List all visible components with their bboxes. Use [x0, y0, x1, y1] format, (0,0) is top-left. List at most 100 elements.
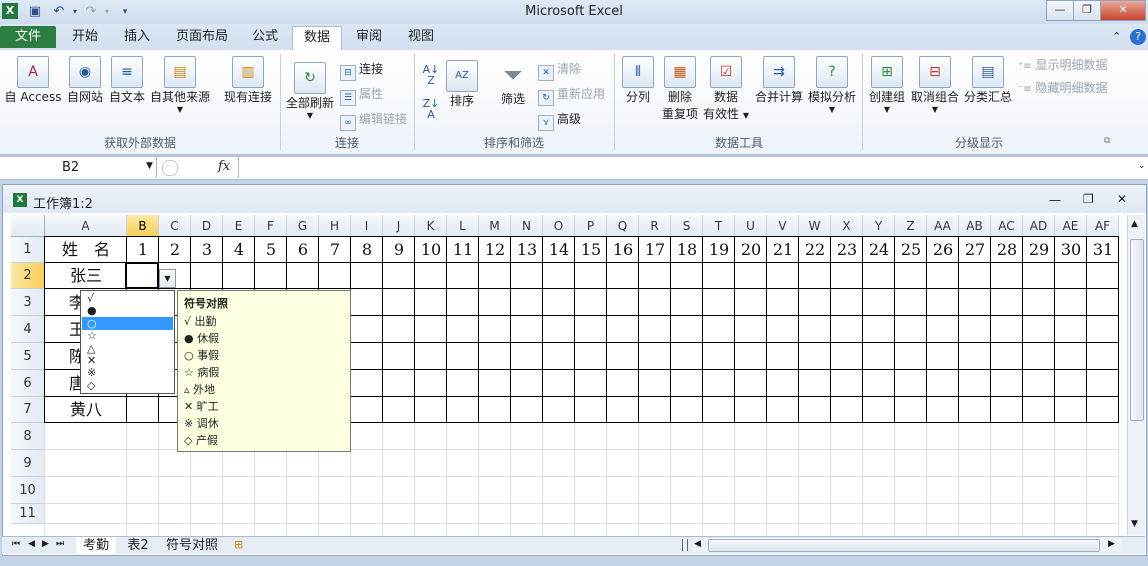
sort-button[interactable]: AZ 排序 [446, 60, 478, 109]
sheet-tab-sheet2[interactable]: 表2 [122, 537, 154, 554]
cell-name[interactable]: 张三 [45, 263, 127, 289]
column-header-b[interactable]: B [127, 215, 159, 237]
minimize-ribbon-icon[interactable]: ⌃ [1112, 30, 1121, 43]
workbook-minimize-button[interactable]: — [1049, 193, 1061, 207]
cell-day-header[interactable]: 30 [1055, 237, 1087, 263]
cell-day-header[interactable]: 27 [959, 237, 991, 263]
first-sheet-icon[interactable]: ⏮ [12, 539, 20, 549]
tab-file[interactable]: 文件 [0, 26, 56, 48]
cell-day-header[interactable]: 23 [831, 237, 863, 263]
scroll-right-icon[interactable]: ▶ [1108, 539, 1115, 549]
from-web-button[interactable]: ◉ 自网站 [64, 56, 106, 105]
cell-day-header[interactable]: 11 [447, 237, 479, 263]
insert-sheet-icon[interactable]: ⊞ [234, 538, 243, 551]
data-validation-button[interactable]: ☑ 数据 有效性 ▼ [702, 56, 750, 122]
filter-button[interactable]: ⏷ 筛选 [496, 60, 530, 107]
row-header-7[interactable]: 7 [11, 397, 45, 423]
column-header-o[interactable]: O [543, 215, 575, 237]
cell-day-header[interactable]: 3 [191, 237, 223, 263]
column-header-n[interactable]: N [511, 215, 543, 237]
column-header-u[interactable]: U [735, 215, 767, 237]
what-if-analysis-button[interactable]: ? 模拟分析 ▼ [806, 56, 858, 114]
group-button[interactable]: ⊞ 创建组 ▼ [866, 56, 908, 114]
last-sheet-icon[interactable]: ⏭ [56, 539, 64, 549]
cell-a1-name-header[interactable]: 姓 名 [45, 237, 127, 263]
dialog-launcher-icon[interactable]: ⧉ [1104, 136, 1110, 146]
cell-day-header[interactable]: 19 [703, 237, 735, 263]
sheet-tab-attendance[interactable]: 考勤 [76, 537, 116, 554]
column-header-l[interactable]: L [447, 215, 479, 237]
column-header-i[interactable]: I [351, 215, 383, 237]
tab-page-layout[interactable]: 页面布局 [166, 26, 238, 48]
dropdown-option[interactable]: ✕ [82, 354, 173, 367]
cell-day-header[interactable]: 21 [767, 237, 799, 263]
row-header-4[interactable]: 4 [11, 316, 45, 343]
row-header-9[interactable]: 9 [11, 450, 45, 477]
cell-day-header[interactable]: 14 [543, 237, 575, 263]
from-text-button[interactable]: ≡ 自文本 [106, 56, 148, 105]
tab-insert[interactable]: 插入 [114, 26, 160, 48]
column-header-v[interactable]: V [767, 215, 799, 237]
advanced-filter-button[interactable]: ⋎ 高级 [538, 110, 581, 131]
close-button[interactable]: ✕ [1100, 0, 1146, 21]
column-header-p[interactable]: P [575, 215, 607, 237]
workbook-close-button[interactable]: ✕ [1117, 192, 1127, 206]
validation-dropdown-button[interactable]: ▼ [159, 269, 176, 288]
text-to-columns-button[interactable]: ⫴ 分列 [620, 56, 656, 105]
reapply-filter-button[interactable]: ↻ 重新应用 [538, 85, 605, 106]
from-access-button[interactable]: A 自 Access [4, 56, 62, 105]
active-cell-b2[interactable] [125, 262, 159, 289]
tab-data[interactable]: 数据 [292, 26, 342, 51]
cell-day-header[interactable]: 6 [287, 237, 319, 263]
cell-day-header[interactable]: 22 [799, 237, 831, 263]
cell-day-header[interactable]: 26 [927, 237, 959, 263]
formula-bar-resize-handle[interactable]: ⋯ [162, 160, 178, 176]
prev-sheet-icon[interactable]: ◀ [28, 539, 35, 549]
cell-day-header[interactable]: 5 [255, 237, 287, 263]
column-header-e[interactable]: E [223, 215, 255, 237]
show-detail-button[interactable]: ⁺≡ 显示明细数据 [1018, 56, 1108, 73]
tab-home[interactable]: 开始 [62, 26, 108, 48]
column-header-ac[interactable]: AC [991, 215, 1023, 237]
workbook-restore-button[interactable]: ❐ [1083, 192, 1094, 206]
column-header-z[interactable]: Z [895, 215, 927, 237]
formula-input[interactable] [238, 157, 1137, 178]
tab-formulas[interactable]: 公式 [244, 26, 286, 48]
column-header-q[interactable]: Q [607, 215, 639, 237]
horizontal-scrollbar[interactable]: ◀ ▶ [692, 538, 1122, 552]
subtotal-button[interactable]: ▤ 分类汇总 [962, 56, 1014, 105]
cell-day-header[interactable]: 28 [991, 237, 1023, 263]
from-other-sources-button[interactable]: ▤ 自其他来源 ▼ [148, 56, 212, 114]
restore-button[interactable]: ❐ [1073, 0, 1101, 21]
column-header-y[interactable]: Y [863, 215, 895, 237]
dropdown-option[interactable]: △ [82, 342, 173, 355]
dropdown-option[interactable]: ◇ [82, 379, 173, 392]
minimize-button[interactable]: — [1046, 0, 1074, 21]
tab-split-handle[interactable] [682, 539, 688, 551]
expand-formula-bar-icon[interactable]: ⌄ [1138, 161, 1146, 171]
scroll-down-icon[interactable]: ▼ [1131, 519, 1138, 529]
column-header-ae[interactable]: AE [1055, 215, 1087, 237]
row-header-5[interactable]: 5 [11, 343, 45, 370]
select-all-corner[interactable] [11, 215, 45, 237]
cell-day-header[interactable]: 4 [223, 237, 255, 263]
tab-review[interactable]: 审阅 [346, 26, 392, 48]
sort-ascending-button[interactable]: A↓ Z [420, 64, 442, 86]
cell-name[interactable]: 黄八 [45, 397, 127, 423]
dropdown-option[interactable]: ● [82, 304, 173, 317]
dropdown-option[interactable]: √ [82, 292, 173, 305]
properties-button[interactable]: ☰ 属性 [340, 85, 383, 106]
column-header-a[interactable]: A [45, 215, 127, 237]
sheet-tab-symbols[interactable]: 符号对照 [160, 537, 224, 554]
cell-day-header[interactable]: 29 [1023, 237, 1055, 263]
cell-day-header[interactable]: 2 [159, 237, 191, 263]
existing-connections-button[interactable]: ▥ 现有连接 [220, 56, 276, 105]
cell-day-header[interactable]: 25 [895, 237, 927, 263]
cell-day-header[interactable]: 7 [319, 237, 351, 263]
remove-duplicates-button[interactable]: ▦ 删除 重复项 [658, 56, 702, 122]
column-header-k[interactable]: K [415, 215, 447, 237]
dropdown-option[interactable]: ※ [82, 366, 173, 379]
row-header-2[interactable]: 2 [11, 263, 45, 289]
insert-function-icon[interactable]: fx [218, 159, 230, 174]
column-header-d[interactable]: D [191, 215, 223, 237]
